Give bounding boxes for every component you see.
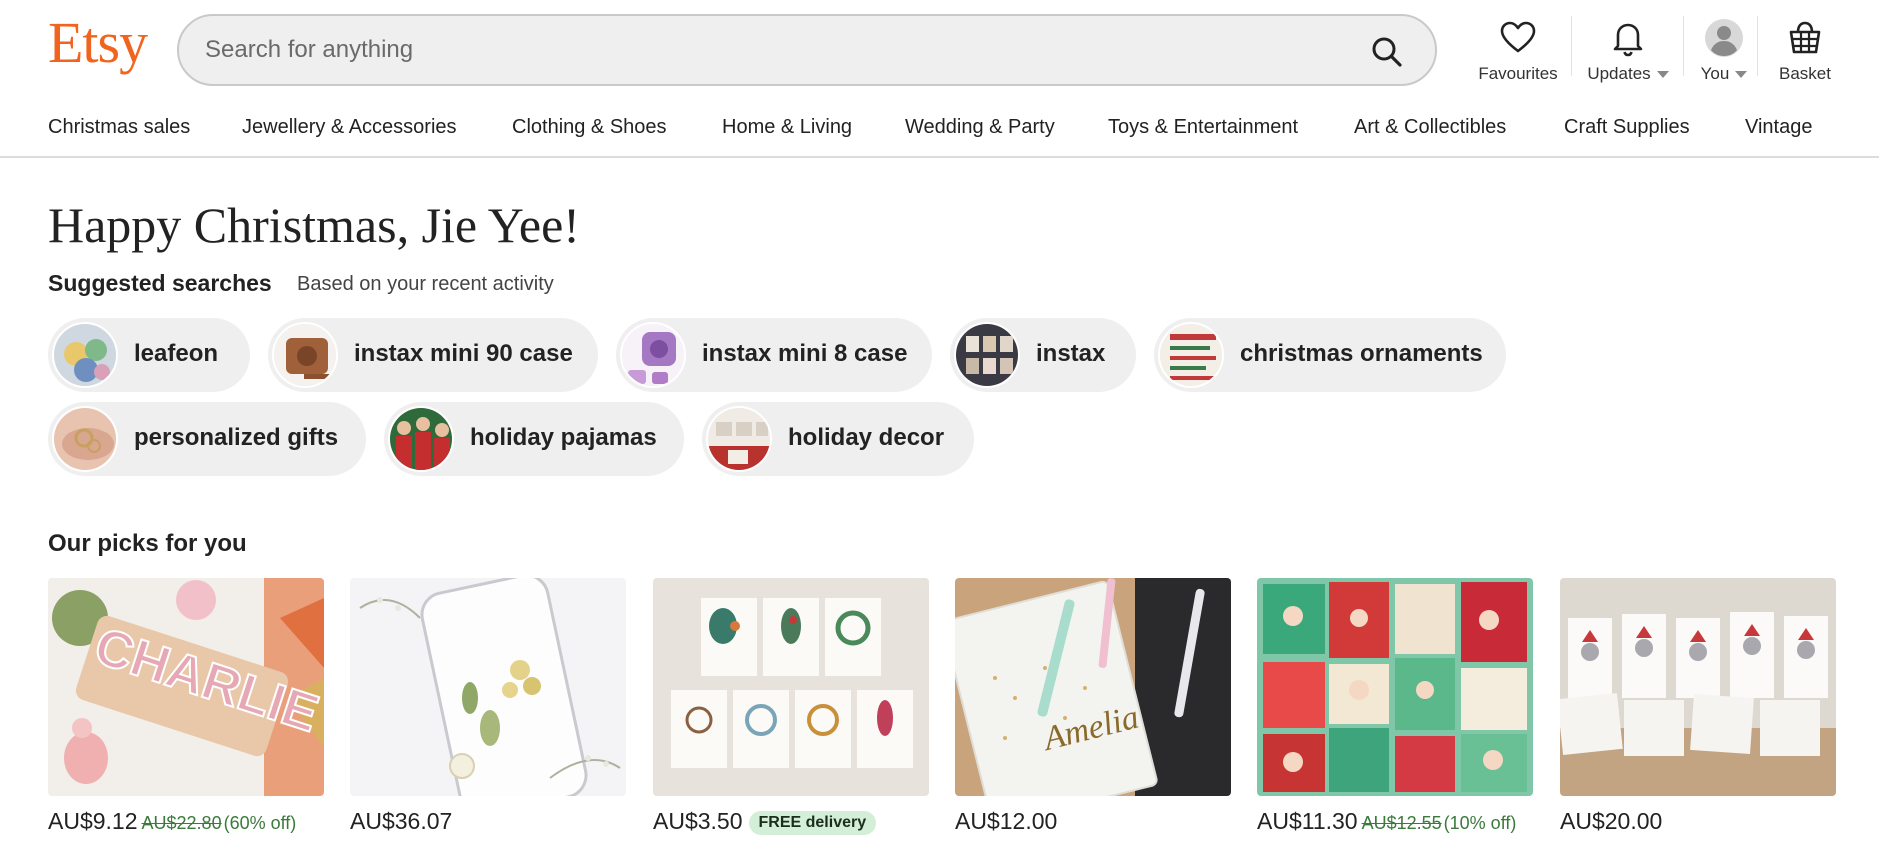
discount-label: (60% off) (223, 813, 297, 833)
you-button[interactable]: You (1692, 18, 1756, 84)
price-row: AU$20.00 (1560, 808, 1836, 835)
category-clothing-shoes[interactable]: Clothing & Shoes (512, 116, 667, 139)
chip-label: christmas ornaments (1240, 340, 1483, 367)
product-price: AU$12.00 (955, 808, 1058, 834)
category-vintage[interactable]: Vintage (1745, 116, 1812, 139)
picks-title: Our picks for you (48, 530, 247, 557)
etsy-logo[interactable]: Etsy (48, 14, 148, 72)
category-christmas-sales[interactable]: Christmas sales (48, 116, 190, 139)
discount-label: (10% off) (1443, 813, 1517, 833)
chevron-down-icon (1735, 71, 1748, 79)
price-row: AU$11.30 AU$12.55 (10% off) (1257, 808, 1533, 835)
chip-thumbnail (954, 322, 1020, 388)
product-image[interactable] (1257, 578, 1533, 796)
favourites-button[interactable]: Favourites (1476, 18, 1560, 84)
suggestion-chip[interactable]: instax mini 90 case (268, 318, 598, 392)
product-card[interactable]: AU$11.30 AU$12.55 (10% off) (1257, 578, 1533, 835)
basket-button[interactable]: Basket (1766, 18, 1844, 84)
chip-thumbnail (1158, 322, 1224, 388)
chip-label: holiday decor (788, 424, 945, 451)
product-card[interactable]: AU$36.07 (350, 578, 626, 835)
product-image[interactable] (1560, 578, 1836, 796)
category-nav: Christmas sales Jewellery & Accessories … (0, 100, 1879, 158)
suggestion-chip[interactable]: instax (950, 318, 1136, 392)
divider (1571, 16, 1572, 76)
updates-label: Updates (1587, 64, 1651, 83)
product-price: AU$20.00 (1560, 808, 1663, 834)
updates-button[interactable]: Updates (1582, 18, 1674, 84)
free-delivery-badge: FREE delivery (748, 810, 877, 835)
category-wedding-party[interactable]: Wedding & Party (905, 116, 1055, 139)
product-card[interactable]: AU$20.00 (1560, 578, 1836, 835)
site-header: Etsy Favourites Updates You (0, 0, 1879, 100)
product-image[interactable] (350, 578, 626, 796)
suggestion-chip[interactable]: christmas ornaments (1154, 318, 1506, 392)
product-card[interactable]: AU$3.50 FREE delivery (653, 578, 929, 835)
suggestion-chip[interactable]: leafeon (48, 318, 250, 392)
divider (1683, 16, 1684, 76)
product-price: AU$11.30 (1257, 808, 1358, 834)
avatar (1705, 19, 1743, 57)
chip-thumbnail (52, 406, 118, 472)
chip-label: instax mini 8 case (702, 340, 908, 367)
category-craft-supplies[interactable]: Craft Supplies (1564, 116, 1690, 139)
search-input[interactable] (205, 30, 1305, 70)
divider (1757, 16, 1758, 76)
product-price: AU$9.12 (48, 808, 138, 834)
chip-thumbnail (272, 322, 338, 388)
product-image[interactable] (653, 578, 929, 796)
chip-label: leafeon (134, 340, 219, 367)
suggested-searches-title: Suggested searches (48, 270, 272, 296)
product-price: AU$3.50 (653, 808, 743, 834)
favourites-label: Favourites (1478, 64, 1558, 83)
basket-icon (1789, 21, 1821, 54)
bell-icon (1613, 23, 1643, 57)
chip-thumbnail (706, 406, 772, 472)
price-row: AU$3.50 FREE delivery (653, 808, 929, 835)
suggestion-chip[interactable]: holiday pajamas (384, 402, 684, 476)
product-price: AU$36.07 (350, 808, 453, 834)
chip-label: instax (1036, 340, 1106, 367)
product-card[interactable]: Amelia AU$12.00 (955, 578, 1231, 835)
category-home-living[interactable]: Home & Living (722, 116, 852, 139)
suggestion-chip[interactable]: instax mini 8 case (616, 318, 932, 392)
category-art-collectibles[interactable]: Art & Collectibles (1354, 116, 1506, 139)
product-card[interactable]: CHARLIE AU$9.12 AU$22.80 (60% off) (48, 578, 324, 835)
chip-label: personalized gifts (134, 424, 339, 451)
chip-thumbnail (388, 406, 454, 472)
basket-label: Basket (1779, 64, 1831, 83)
chip-thumbnail (620, 322, 686, 388)
price-row: AU$36.07 (350, 808, 626, 835)
chip-label: instax mini 90 case (354, 340, 573, 367)
product-image[interactable]: Amelia (955, 578, 1231, 796)
product-image[interactable]: CHARLIE (48, 578, 324, 796)
suggested-searches-subtitle: Based on your recent activity (297, 273, 554, 295)
original-price: AU$22.80 (141, 813, 222, 833)
category-toys-entertainment[interactable]: Toys & Entertainment (1108, 116, 1298, 139)
chevron-down-icon (1656, 71, 1669, 79)
suggestion-chip[interactable]: personalized gifts (48, 402, 366, 476)
category-jewellery-accessories[interactable]: Jewellery & Accessories (242, 116, 457, 139)
original-price: AU$12.55 (1361, 813, 1442, 833)
greeting-heading: Happy Christmas, Jie Yee! (48, 197, 580, 253)
suggestion-chip[interactable]: holiday decor (702, 402, 974, 476)
chip-label: holiday pajamas (470, 424, 657, 451)
price-row: AU$12.00 (955, 808, 1231, 835)
search-icon[interactable] (1369, 34, 1405, 70)
search-bar[interactable] (177, 14, 1437, 86)
heart-icon (1500, 21, 1536, 53)
you-label: You (1700, 64, 1730, 83)
price-row: AU$9.12 AU$22.80 (60% off) (48, 808, 324, 835)
chip-thumbnail (52, 322, 118, 388)
